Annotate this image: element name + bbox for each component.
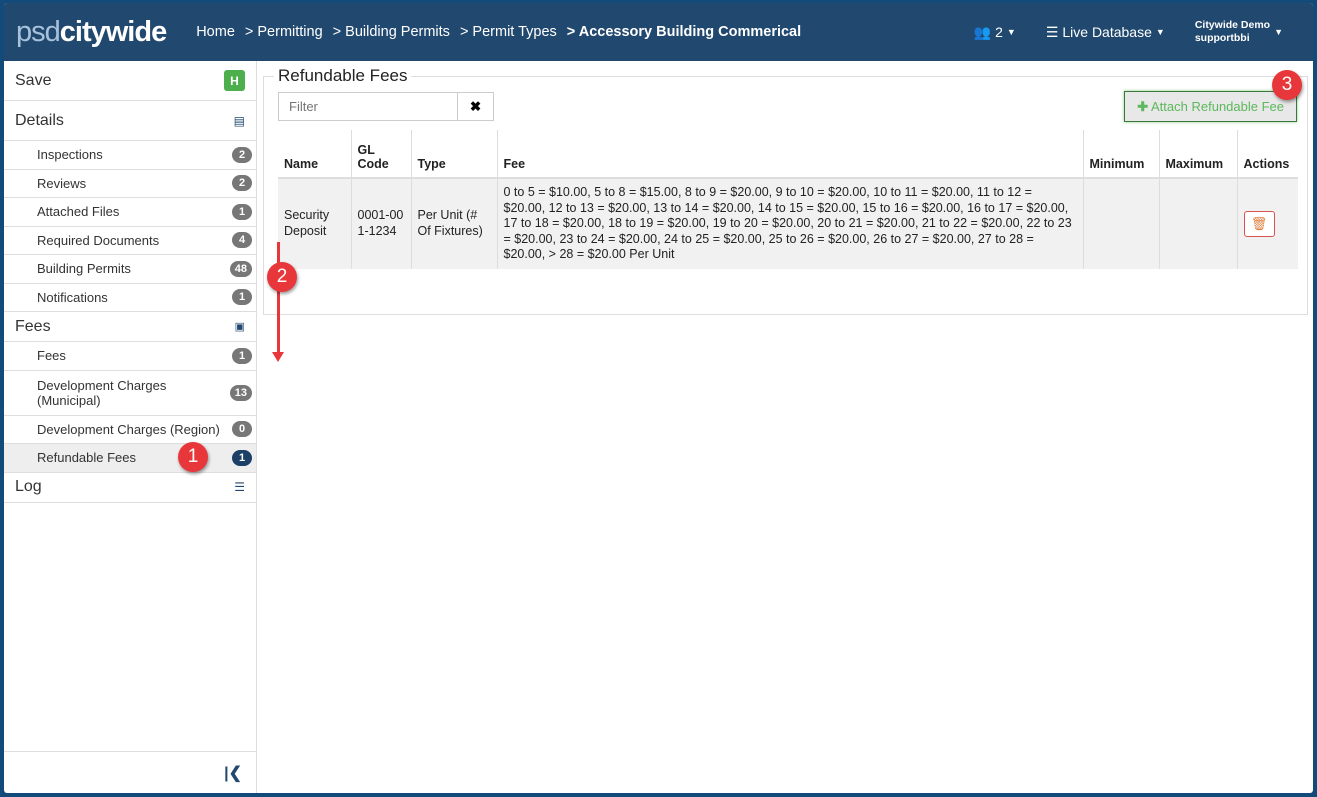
count-badge: 13 bbox=[229, 384, 252, 401]
database-icon: ☰ bbox=[1045, 23, 1059, 40]
database-dropdown[interactable]: ☰ Live Database ▼ bbox=[1046, 24, 1165, 41]
sidebar-item-attached-files[interactable]: Attached Files 1 bbox=[4, 198, 256, 227]
collapse-sidebar-button[interactable]: |❮ bbox=[4, 751, 256, 793]
delete-button[interactable]: 🗑 bbox=[1243, 210, 1275, 237]
cell-maximum bbox=[1158, 178, 1237, 269]
plus-icon: ✚ bbox=[1137, 98, 1149, 114]
money-icon: ▣ bbox=[234, 321, 245, 333]
count-badge: 2 bbox=[232, 175, 252, 192]
col-actions: Actions bbox=[1236, 130, 1298, 179]
sidebar-item-development-charges-region[interactable]: Development Charges (Region) 0 bbox=[4, 416, 256, 444]
sidebar-item-reviews[interactable]: Reviews 2 bbox=[4, 170, 256, 198]
cell-gl-code: 0001-001-1234 bbox=[350, 178, 411, 269]
col-name[interactable]: Name bbox=[278, 130, 351, 179]
close-icon: ✖ bbox=[469, 98, 482, 114]
col-type[interactable]: Type bbox=[410, 130, 497, 179]
save-icon: H bbox=[224, 70, 245, 91]
fees-table: Name GL Code Type Fee Minimum Maximum Ac… bbox=[278, 130, 1298, 269]
sidebar-log[interactable]: Log ☰ bbox=[4, 473, 256, 503]
log-icon: ☰ bbox=[234, 480, 245, 494]
collapse-icon: |❮ bbox=[224, 764, 242, 782]
col-maximum[interactable]: Maximum bbox=[1158, 130, 1237, 179]
sidebar-fees[interactable]: Fees ▣ bbox=[4, 312, 256, 342]
chevron-down-icon: ▼ bbox=[1006, 27, 1016, 37]
count-badge: 48 bbox=[229, 260, 252, 277]
list-icon: ▤ bbox=[233, 113, 245, 128]
breadcrumb-current: > Accessory Building Commerical bbox=[566, 24, 802, 40]
logo[interactable]: psdcitywide bbox=[16, 16, 167, 49]
app-window: psdcitywide Home > Permitting > Building… bbox=[4, 3, 1313, 793]
cell-fee: 0 to 5 = $10.00, 5 to 8 = $15.00, 8 to 9… bbox=[496, 178, 1083, 269]
breadcrumb-permit-types[interactable]: > Permit Types bbox=[460, 24, 557, 40]
cell-actions: 🗑 bbox=[1236, 178, 1298, 269]
breadcrumb-building-permits[interactable]: > Building Permits bbox=[333, 24, 450, 40]
breadcrumb: Home > Permitting > Building Permits > P… bbox=[196, 24, 801, 40]
breadcrumb-home[interactable]: Home bbox=[196, 24, 235, 40]
cell-name: Security Deposit bbox=[278, 178, 351, 269]
callout-marker-1: 1 bbox=[178, 442, 208, 472]
callout-marker-2: 2 bbox=[267, 262, 297, 292]
count-badge: 0 bbox=[232, 421, 252, 438]
count-badge: 1 bbox=[232, 203, 252, 220]
sidebar-item-required-documents[interactable]: Required Documents 4 bbox=[4, 227, 256, 255]
trash-icon: 🗑 bbox=[1250, 215, 1268, 231]
chevron-down-icon: ▼ bbox=[1274, 27, 1283, 37]
chevron-down-icon: ▼ bbox=[1155, 27, 1165, 37]
table-row: Security Deposit 0001-001-1234 Per Unit … bbox=[278, 178, 1298, 269]
callout-marker-3: 3 bbox=[1272, 70, 1302, 100]
sidebar-item-inspections[interactable]: Inspections 2 bbox=[4, 141, 256, 170]
col-gl-code[interactable]: GL Code bbox=[350, 130, 411, 179]
sidebar-save[interactable]: Save H bbox=[4, 61, 256, 101]
breadcrumb-permitting[interactable]: > Permitting bbox=[245, 24, 323, 40]
top-nav: psdcitywide Home > Permitting > Building… bbox=[4, 3, 1313, 61]
count-badge: 1 bbox=[232, 449, 252, 466]
panel-title: Refundable Fees bbox=[274, 66, 412, 86]
callout-arrow bbox=[272, 242, 284, 362]
sidebar-item-development-charges-municipal[interactable]: Development Charges (Municipal) 13 bbox=[4, 371, 256, 416]
sidebar: Save H Details ▤ Inspections 2 Reviews 2 Attac… bbox=[4, 61, 257, 793]
count-badge: 1 bbox=[232, 289, 252, 306]
user-menu[interactable]: Citywide Demo supportbbi ▼ bbox=[1195, 19, 1283, 45]
col-fee[interactable]: Fee bbox=[496, 130, 1083, 179]
attach-refundable-fee-button[interactable]: ✚ Attach Refundable Fee bbox=[1124, 91, 1297, 122]
sidebar-item-notifications[interactable]: Notifications 1 bbox=[4, 284, 256, 312]
cell-type: Per Unit (# Of Fixtures) bbox=[410, 178, 497, 269]
count-badge: 1 bbox=[232, 347, 252, 364]
users-dropdown[interactable]: 👥 2 ▼ bbox=[974, 24, 1016, 41]
users-icon: 👥 bbox=[973, 23, 992, 40]
sidebar-item-building-permits[interactable]: Building Permits 48 bbox=[4, 255, 256, 284]
col-minimum[interactable]: Minimum bbox=[1082, 130, 1159, 179]
sidebar-item-refundable-fees[interactable]: Refundable Fees 1 bbox=[4, 444, 256, 473]
count-badge: 4 bbox=[232, 232, 252, 249]
sidebar-item-fees[interactable]: Fees 1 bbox=[4, 342, 256, 371]
filter-input[interactable] bbox=[278, 92, 458, 121]
cell-minimum bbox=[1082, 178, 1159, 269]
refundable-fees-panel: Refundable Fees ✖ ✚ Attach Refundable Fe… bbox=[263, 66, 1308, 315]
count-badge: 2 bbox=[232, 146, 252, 163]
clear-filter-button[interactable]: ✖ bbox=[458, 92, 494, 121]
sidebar-details[interactable]: Details ▤ bbox=[4, 101, 256, 141]
